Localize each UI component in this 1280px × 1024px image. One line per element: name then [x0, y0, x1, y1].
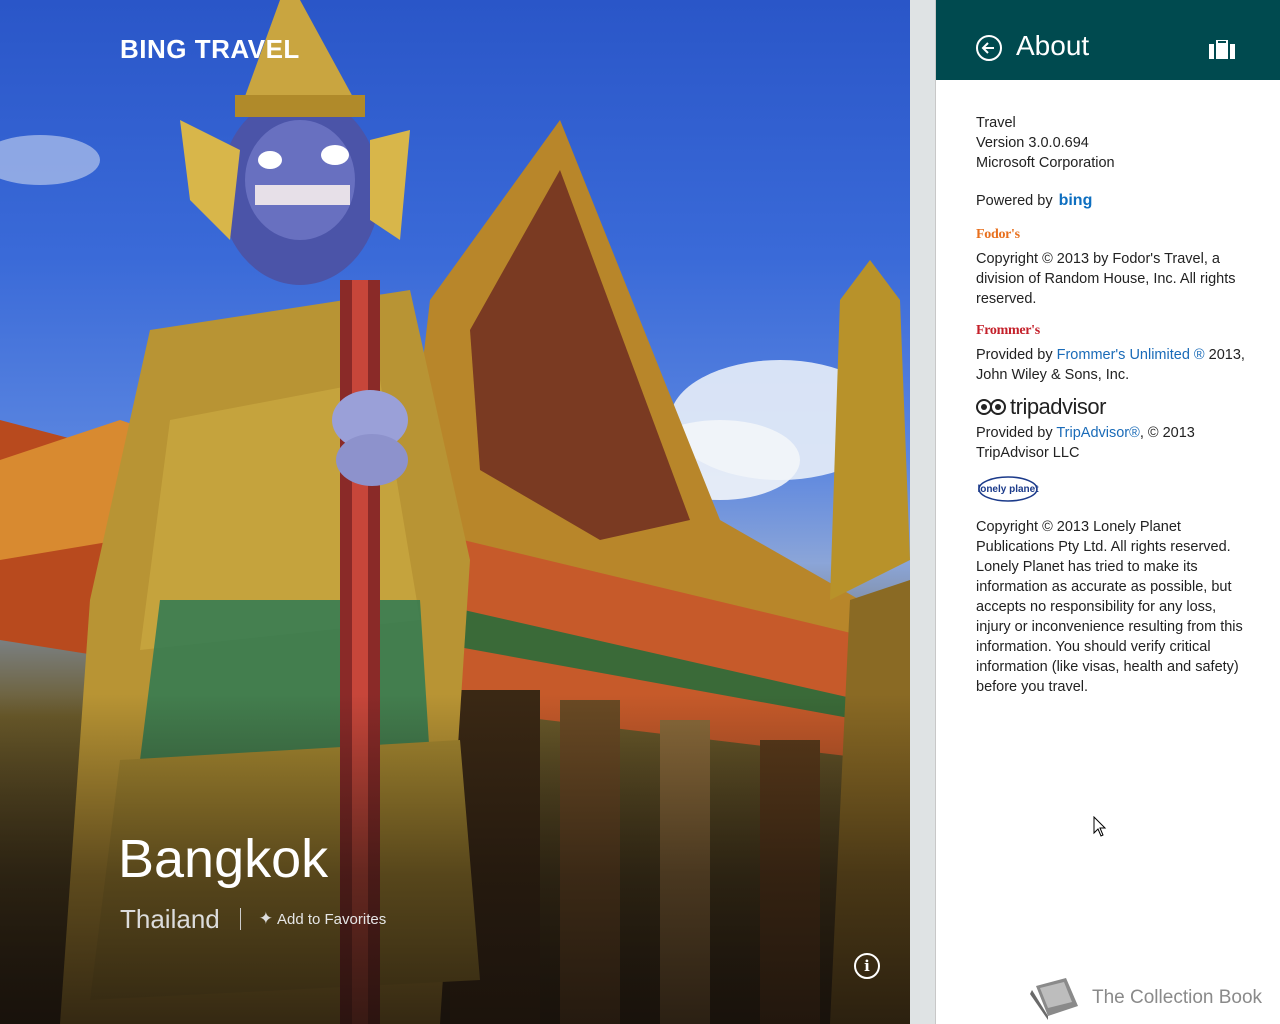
- about-settings-pane: About Travel Version 3.0.0.694 Microsoft…: [935, 0, 1280, 1024]
- pin-star-icon: ✦: [258, 909, 273, 929]
- app-info-block: Travel Version 3.0.0.694 Microsoft Corpo…: [976, 113, 1246, 173]
- suitcase-icon: [1209, 40, 1235, 59]
- frommers-credit: Provided by Frommer's Unlimited ® 2013, …: [976, 345, 1246, 385]
- tripadvisor-prefix: Provided by: [976, 425, 1057, 441]
- tripadvisor-link[interactable]: TripAdvisor®: [1056, 425, 1139, 441]
- lonely-planet-logo: lonely planet: [976, 475, 1246, 509]
- mouse-cursor-icon: [1093, 816, 1107, 837]
- add-to-favorites-label: Add to Favorites: [276, 910, 387, 928]
- info-icon[interactable]: i: [854, 953, 880, 979]
- lonely-planet-block: lonely planet Copyright © 2013 Lonely Pl…: [976, 475, 1246, 697]
- watermark: The Collection Book: [1028, 976, 1262, 1020]
- fodors-copyright: Copyright © 2013 by Fodor's Travel, a di…: [976, 251, 1236, 307]
- frommers-logo: Frommer's: [976, 323, 1040, 338]
- divider: [239, 908, 241, 930]
- back-arrow-icon: [981, 42, 994, 54]
- pane-title: About: [1016, 30, 1090, 61]
- book-icon: [1030, 978, 1078, 1020]
- city-name: Bangkok: [118, 829, 329, 889]
- tripadvisor-block: tripadvisor Provided by TripAdvisor®, © …: [976, 394, 1246, 463]
- fodors-logo: Fodor's: [976, 227, 1020, 242]
- app-title: BING TRAVEL: [120, 34, 300, 64]
- powered-by-label: Powered by: [976, 193, 1053, 209]
- about-content: Travel Version 3.0.0.694 Microsoft Corpo…: [976, 113, 1246, 697]
- lonely-planet-wordmark: lonely planet: [977, 484, 1039, 495]
- app-version: Version 3.0.0.694: [976, 135, 1089, 151]
- destination-hero-image: BING TRAVEL Bangkok Thailand ✦ Add to Fa…: [0, 0, 935, 1024]
- frommers-block: Frommer's Provided by Frommer's Unlimite…: [976, 321, 1246, 385]
- lonely-planet-copyright: Copyright © 2013 Lonely Planet Publicati…: [976, 519, 1231, 555]
- country-name: Thailand: [120, 903, 220, 934]
- frommers-prefix: Provided by: [976, 347, 1057, 363]
- app-name: Travel: [976, 115, 1016, 131]
- background-map-strip: [910, 0, 935, 1024]
- tripadvisor-wordmark: tripadvisor: [1010, 394, 1106, 419]
- add-to-favorites-button[interactable]: ✦ Add to Favorites: [259, 909, 386, 929]
- tripadvisor-credit: Provided by TripAdvisor®, © 2013 TripAdv…: [976, 423, 1246, 463]
- fodors-block: Fodor's Copyright © 2013 by Fodor's Trav…: [976, 225, 1246, 309]
- app-publisher: Microsoft Corporation: [976, 155, 1115, 171]
- watermark-text: The Collection Book: [1092, 987, 1263, 1008]
- frommers-link[interactable]: Frommer's Unlimited ®: [1057, 347, 1205, 363]
- back-button[interactable]: [976, 35, 1002, 61]
- owl-eyes-icon: [976, 399, 1006, 415]
- powered-by-row: Powered by bing: [976, 191, 1246, 211]
- lonely-planet-globe-icon: lonely planet: [977, 476, 1039, 502]
- lonely-planet-disclaimer: Lonely Planet has tried to make its info…: [976, 559, 1243, 695]
- destination-subtitle-row: Thailand ✦ Add to Favorites: [120, 902, 386, 936]
- about-header: About: [936, 0, 1280, 80]
- tripadvisor-logo: tripadvisor: [976, 394, 1246, 419]
- bing-logo: bing: [1058, 192, 1093, 209]
